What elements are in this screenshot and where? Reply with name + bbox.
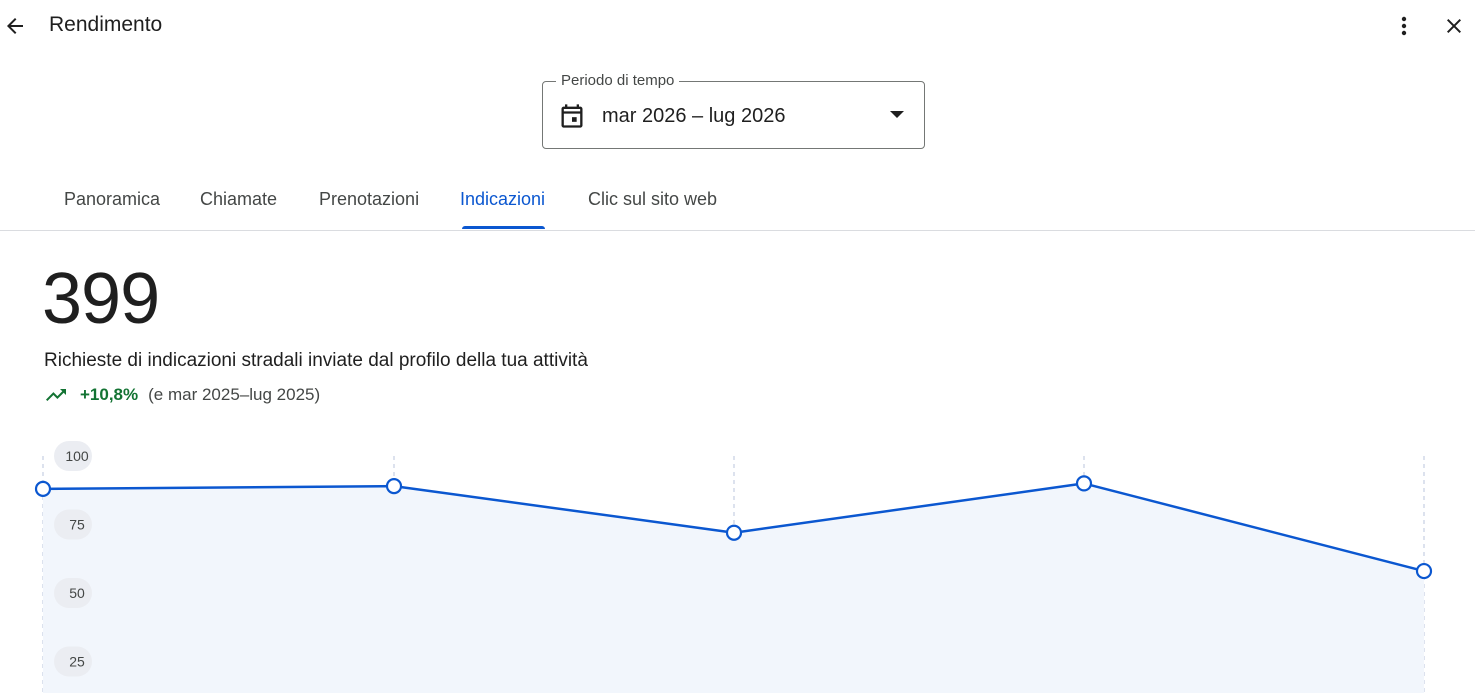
data-point-2 [725,524,743,541]
back-button[interactable] [0,8,30,44]
period-value: mar 2026 – lug 2026 [602,105,786,127]
directions-line-chart: 100 75 50 25 [34,441,1433,693]
close-button[interactable] [1436,8,1472,44]
active-tab-indicator [462,226,545,229]
tab-indicazioni[interactable]: Indicazioni [460,189,545,210]
y-tick-label-25: 25 [69,654,85,670]
app-header: Rendimento [0,0,1475,56]
page-title: Rendimento [49,13,163,36]
arrow-back-icon [7,18,23,34]
period-select[interactable]: Periodo di tempo mar 2026 – lug 2026 [542,72,925,149]
more-vert-icon [1401,16,1407,36]
y-tick-label-100: 100 [65,448,89,464]
y-tick-label-50: 50 [69,585,85,601]
y-tick-label-75: 75 [69,517,85,533]
tab-bar: Panoramica Chiamate Prenotazioni Indicaz… [0,170,1475,231]
trending-up-icon [46,389,66,401]
metric-trend: +10,8% (e mar 2025–lug 2025) [44,383,320,407]
more-options-button[interactable] [1388,8,1420,44]
trend-percentage: +10,8% [80,385,139,404]
trend-comparison: (e mar 2025–lug 2025) [148,385,321,404]
close-icon [1447,19,1461,33]
tab-prenotazioni[interactable]: Prenotazioni [319,189,419,210]
calendar-icon [561,104,583,128]
data-point-1 [385,478,403,495]
metric-description: Richieste di indicazioni stradali inviat… [44,350,588,371]
metric-value: 399 [42,259,160,339]
period-label: Periodo di tempo [556,72,680,90]
tab-clic-sito-web[interactable]: Clic sul sito web [588,189,717,210]
data-point-3 [1075,475,1093,492]
data-point-4 [1415,562,1433,580]
tab-chiamate[interactable]: Chiamate [200,189,277,210]
tab-panoramica[interactable]: Panoramica [64,189,160,210]
data-point-0 [34,480,52,497]
dropdown-caret-icon [890,111,904,118]
